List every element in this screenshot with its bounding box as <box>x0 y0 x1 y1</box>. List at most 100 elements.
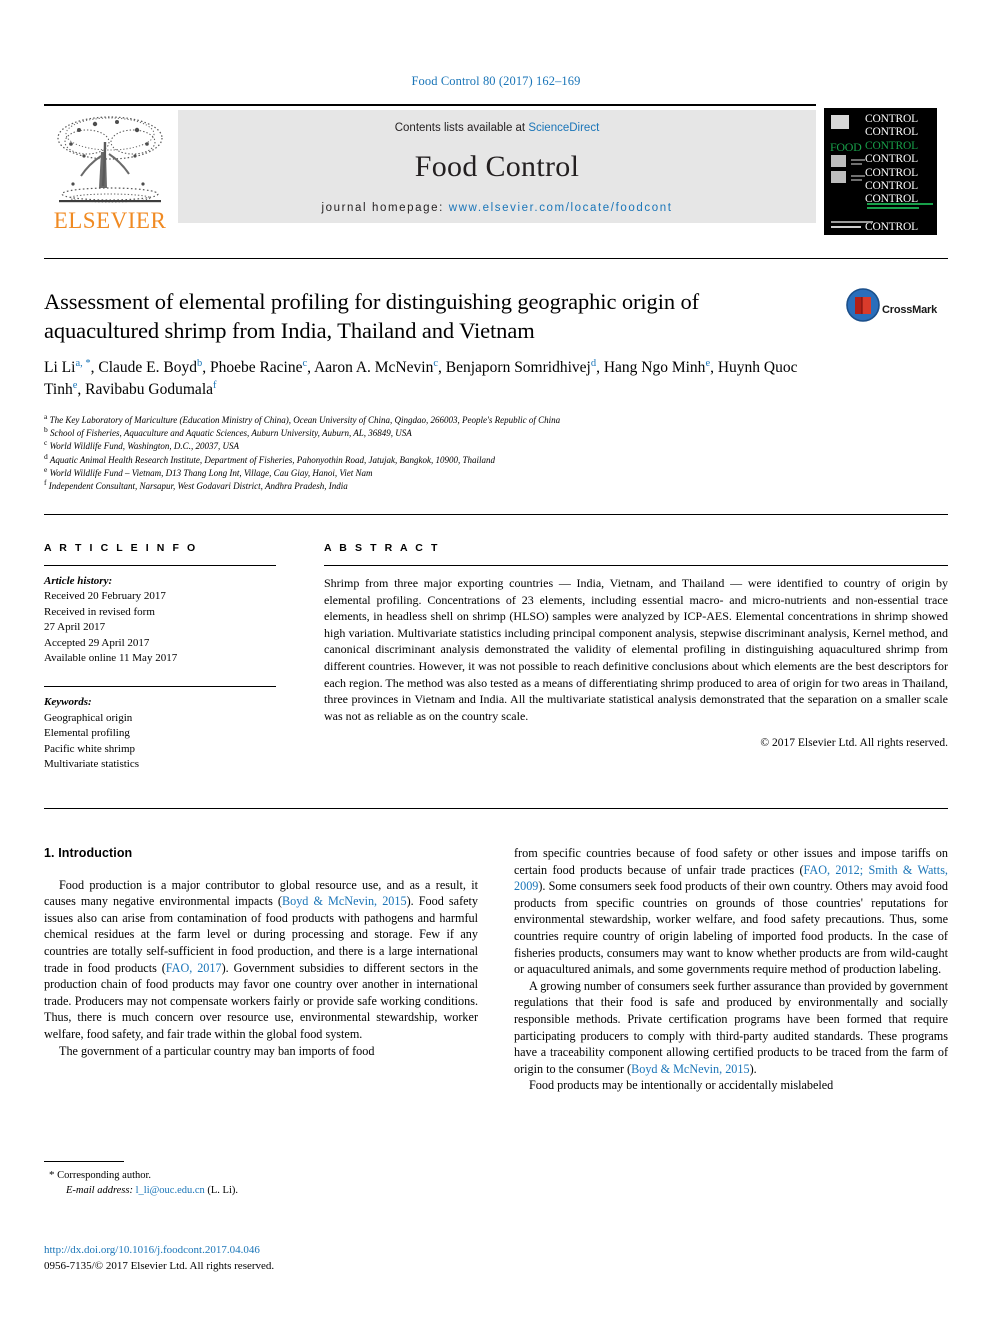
article-info-rule <box>44 565 276 566</box>
corresponding-author-footnote: * Corresponding author. E-mail address: … <box>44 1168 474 1198</box>
paragraph: The government of a particular country m… <box>59 1043 375 1058</box>
masthead-top-rule <box>44 104 816 106</box>
citation-link[interactable]: FAO, 2017 <box>166 961 222 975</box>
homepage-prefix: journal homepage: <box>321 202 449 214</box>
author-affil-mark: f <box>213 379 217 391</box>
running-head: Food Control 80 (2017) 162–169 <box>411 74 581 88</box>
affiliation-item: d Aquatic Animal Health Research Institu… <box>44 451 844 467</box>
author-affil-mark: c <box>433 357 438 369</box>
author-name: Li Li <box>44 359 76 376</box>
cover-publisher-mark <box>831 226 861 228</box>
affiliation-item: a The Key Laboratory of Mariculture (Edu… <box>44 412 844 427</box>
author-name: Claude E. Boyd <box>98 359 197 376</box>
email-label: E-mail address: <box>66 1184 133 1196</box>
journal-cover-thumbnail: FOOD CONTROL CONTROL CONTROL CONTROL CON… <box>824 108 937 235</box>
article-history-item: Accepted 29 April 2017 <box>44 636 150 649</box>
paragraph: A growing number of consumers seek furth… <box>514 978 948 1078</box>
affiliation-item: b School of Fisheries, Aquaculture and A… <box>44 426 844 440</box>
affiliation-item: c World Wildlife Fund, Washington, D.C.,… <box>44 439 844 453</box>
cover-logo-box <box>831 115 849 129</box>
cover-control-line-green: CONTROL <box>865 139 918 152</box>
cover-footer-rule <box>831 221 873 223</box>
abstract-text: Shrimp from three major exporting countr… <box>324 576 948 723</box>
article-history-block: Article history: Received 20 February 20… <box>44 574 276 666</box>
crossmark-badge[interactable]: CrossMark <box>846 288 942 336</box>
body-column-right: from specific countries because of food … <box>514 845 948 1094</box>
corresponding-author-text: Corresponding author. <box>57 1170 152 1181</box>
contents-available-line: Contents lists available at ScienceDirec… <box>178 122 816 134</box>
author-name: Aaron A. McNevin <box>314 359 434 376</box>
affiliation-text: Aquatic Animal Health Research Institute… <box>49 454 496 465</box>
author-affil-mark: c <box>302 357 308 369</box>
issn-copyright-line: 0956-7135/© 2017 Elsevier Ltd. All right… <box>44 1259 275 1272</box>
journal-masthead: Contents lists available at ScienceDirec… <box>178 110 816 223</box>
affiliation-text: Independent Consultant, Narsapur, West G… <box>48 481 348 492</box>
article-history-item: Received 20 February 2017 <box>44 590 166 603</box>
affiliation-list: a The Key Laboratory of Mariculture (Edu… <box>44 412 844 493</box>
contents-prefix: Contents lists available at <box>394 122 529 134</box>
affiliation-text: School of Fisheries, Aquaculture and Aqu… <box>50 428 412 439</box>
paragraph: from specific countries because of food … <box>514 845 948 978</box>
email-link[interactable]: l_li@ouc.edu.cn <box>136 1185 205 1196</box>
keywords-rule <box>44 686 276 688</box>
article-info-heading: A R T I C L E I N F O <box>44 542 198 554</box>
cover-food-word: FOOD <box>830 139 862 154</box>
author-affil-mark: a, * <box>75 357 91 369</box>
journal-homepage-line: journal homepage: www.elsevier.com/locat… <box>178 202 816 214</box>
keyword-item: Elemental profiling <box>44 727 130 740</box>
cover-subtitle-rule-1 <box>867 203 933 205</box>
author-affil-mark: d <box>590 357 597 369</box>
affiliation-mark: f <box>44 478 47 488</box>
affiliation-text: World Wildlife Fund, Washington, D.C., 2… <box>49 441 239 452</box>
article-history-item: Available online 11 May 2017 <box>44 652 178 665</box>
journal-homepage-link[interactable]: www.elsevier.com/locate/foodcont <box>449 202 673 214</box>
paragraph: Food production is a major contributor t… <box>44 877 478 1043</box>
sciencedirect-link[interactable]: ScienceDirect <box>528 122 599 134</box>
affiliation-text: The Key Laboratory of Mariculture (Educa… <box>49 415 561 425</box>
article-info-column: Article history: Received 20 February 20… <box>44 565 276 772</box>
journal-title: Food Control <box>414 150 580 183</box>
abstract-column: Shrimp from three major exporting countr… <box>324 565 948 749</box>
cover-control-line: CONTROL <box>865 193 918 206</box>
paragraph: Food products may be intentionally or ac… <box>529 1078 834 1093</box>
doi-link[interactable]: http://dx.doi.org/10.1016/j.foodcont.201… <box>44 1243 484 1259</box>
affiliation-mark: a <box>44 412 48 421</box>
elsevier-wordmark: ELSEVIER <box>53 208 167 233</box>
page-title: Assessment of elemental profiling for di… <box>44 289 700 343</box>
affiliation-mark: e <box>44 464 48 474</box>
author-name: Ravibabu Godumala <box>85 381 214 398</box>
citation-link[interactable]: Boyd & McNevin, 2015 <box>631 1062 749 1076</box>
elsevier-tree-icon <box>57 116 163 203</box>
article-history-label: Article history: <box>44 575 113 587</box>
affiliation-item: e World Wildlife Fund – Vietnam, D13 Tha… <box>44 464 844 480</box>
author-name: Hang Ngo Minh <box>603 359 706 376</box>
cover-control-line: CONTROL <box>865 180 918 193</box>
affiliation-mark: d <box>44 451 48 461</box>
keyword-item: Geographical origin <box>44 711 133 724</box>
cover-control-line: CONTROL <box>865 113 918 125</box>
citation-link[interactable]: Boyd & McNevin, 2015 <box>282 894 407 908</box>
cover-image-box-2 <box>831 171 846 183</box>
author-affil-mark: b <box>196 357 203 369</box>
elsevier-logo: ELSEVIER <box>46 110 174 232</box>
author-name: Phoebe Racine <box>209 359 303 376</box>
info-top-rule <box>44 514 948 515</box>
article-history-item: Received in revised form <box>44 605 155 618</box>
cover-image-box-1 <box>831 155 846 167</box>
info-bottom-rule <box>44 808 948 809</box>
affiliation-item: f Independent Consultant, Narsapur, West… <box>44 478 844 493</box>
keyword-item: Pacific white shrimp <box>44 742 136 755</box>
footer-identifiers: http://dx.doi.org/10.1016/j.foodcont.201… <box>44 1243 484 1274</box>
footnote-separator-rule <box>44 1161 124 1162</box>
crossmark-label: CrossMark <box>882 304 938 316</box>
paragraph-text: ). <box>749 1061 757 1076</box>
cover-control-line: CONTROL <box>865 220 918 233</box>
corresponding-author-mark: * <box>49 1169 55 1181</box>
author-name: Benjaporn Somridhivej <box>445 359 591 376</box>
section-heading-introduction: 1. Introduction <box>44 846 133 860</box>
author-list: Li Lia, *, Claude E. Boydb, Phoebe Racin… <box>44 357 798 398</box>
paper-page: Food Control 80 (2017) 162–169 ELSEVIER … <box>0 0 992 1323</box>
article-history-item: 27 April 2017 <box>44 621 106 634</box>
cover-control-stack: CONTROL CONTROL CONTROL CONTROL CONTROL … <box>865 113 936 234</box>
author-affil-mark: e <box>72 379 78 391</box>
